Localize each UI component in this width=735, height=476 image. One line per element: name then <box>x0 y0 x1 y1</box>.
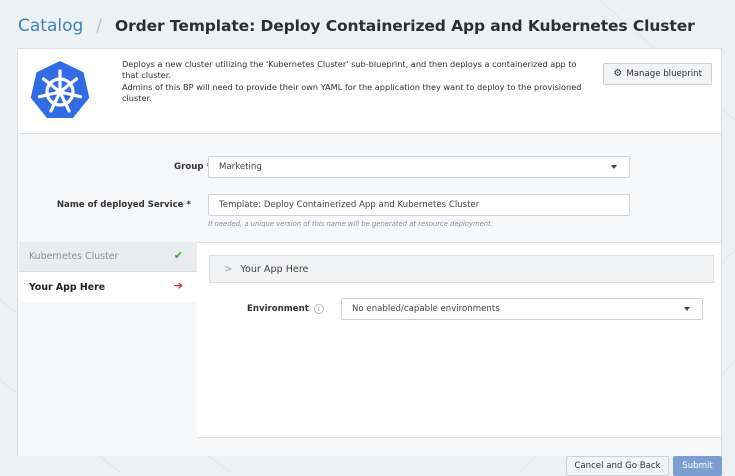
blueprint-info-panel: Deploys a new cluster utilizing the 'Kub… <box>17 48 722 134</box>
environment-select[interactable]: No enabled/capable environments <box>341 298 703 320</box>
group-label: Group * <box>174 162 211 172</box>
group-select-value: Marketing <box>219 162 262 172</box>
service-name-label: Name of deployed Service * <box>56 200 191 210</box>
blueprint-description: Deploys a new cluster utilizing the 'Kub… <box>122 59 592 105</box>
sub-blueprint-panel: > Your App Here Environment i No enabled… <box>197 242 721 438</box>
chevron-down-icon <box>684 307 690 311</box>
environment-label: Environment i <box>247 304 324 314</box>
environment-label-text: Environment <box>247 304 309 314</box>
manage-blueprint-label: Manage blueprint <box>626 69 702 79</box>
tab-label: Your App Here <box>29 281 106 293</box>
page-title: Order Template: Deploy Containerized App… <box>115 17 695 35</box>
service-name-help-text: If needed, a unique version of this name… <box>208 220 493 228</box>
description-line: Admins of this BP will need to provide t… <box>122 81 582 104</box>
kubernetes-logo-icon <box>30 61 90 118</box>
environment-select-value: No enabled/capable environments <box>352 304 500 314</box>
tab-kubernetes-cluster[interactable]: Kubernetes Cluster ✔ <box>19 242 197 272</box>
chevron-down-icon <box>611 165 617 169</box>
arrow-right-icon: ➔ <box>173 279 183 292</box>
submit-button[interactable]: Submit <box>673 456 722 476</box>
order-form: Group * Marketing Name of deployed Servi… <box>17 134 722 456</box>
manage-blueprint-button[interactable]: ⚙ Manage blueprint <box>603 63 712 85</box>
group-select[interactable]: Marketing <box>208 156 630 178</box>
chevron-right-icon: > <box>224 263 233 275</box>
description-line: Deploys a new cluster utilizing the 'Kub… <box>122 59 577 81</box>
tab-label: Kubernetes Cluster <box>29 251 119 262</box>
accordion-title: Your App Here <box>240 263 309 275</box>
tab-your-app-here[interactable]: Your App Here ➔ <box>19 272 197 302</box>
breadcrumb-separator: / <box>96 16 103 36</box>
cancel-button[interactable]: Cancel and Go Back <box>566 456 669 476</box>
breadcrumb-catalog-link[interactable]: Catalog <box>18 16 83 36</box>
gear-icon: ⚙ <box>613 68 623 79</box>
accordion-your-app-here[interactable]: > Your App Here <box>209 255 714 283</box>
breadcrumb: Catalog / Order Template: Deploy Contain… <box>18 13 695 39</box>
checkmark-icon: ✔ <box>173 249 183 262</box>
service-name-input[interactable] <box>208 194 630 216</box>
info-icon[interactable]: i <box>313 304 324 314</box>
